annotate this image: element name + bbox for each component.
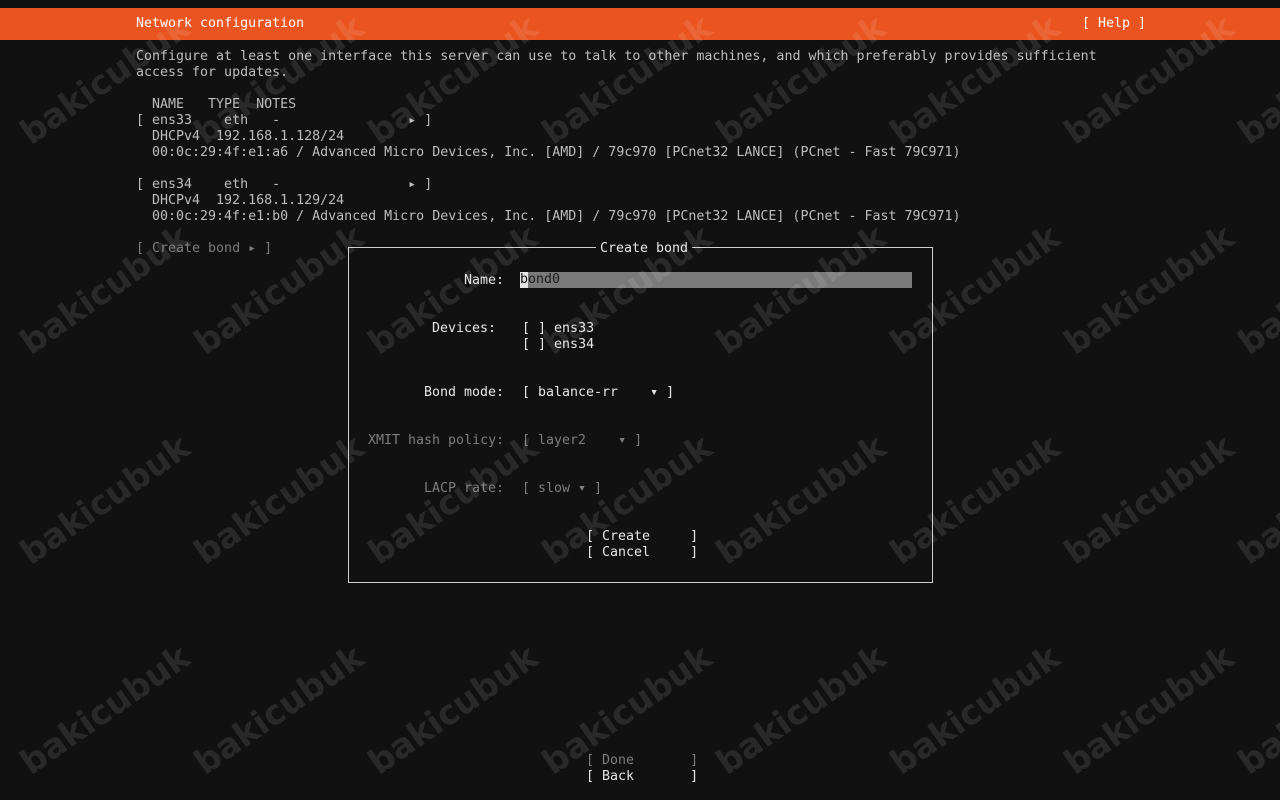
back-button[interactable]: [ Back ]: [586, 769, 698, 785]
device-checkbox-ens33[interactable]: [ ] ens33: [522, 321, 594, 337]
device-name: ens34: [554, 337, 595, 352]
interface-row-ens33[interactable]: [ ens33 eth - ▸ ]: [136, 113, 432, 129]
device-name: ens33: [554, 321, 595, 336]
watermark-text: bakicubuk: [1231, 217, 1280, 363]
checkbox: [ ]: [522, 321, 547, 336]
intro-line-1: Configure at least one interface this se…: [136, 49, 1097, 64]
table-header: NAME TYPE NOTES: [152, 97, 297, 112]
watermark-text: bakicubuk: [1057, 217, 1242, 363]
checkbox: [ ]: [522, 337, 547, 352]
name-label: Name:: [464, 273, 505, 288]
watermark-text: bakicubuk: [187, 427, 372, 573]
bond-name-input[interactable]: bond0: [520, 272, 912, 288]
bond-name-value: ond0: [528, 272, 561, 287]
interface-dhcp-ens34: DHCPv4 192.168.1.129/24: [152, 193, 345, 208]
watermark-text: bakicubuk: [883, 637, 1068, 783]
watermark-text: bakicubuk: [1231, 637, 1280, 783]
watermark-text: bakicubuk: [361, 637, 546, 783]
bond-mode-select[interactable]: [ balance-rr ▾ ]: [522, 385, 674, 401]
dialog-title: Create bond: [596, 241, 693, 257]
page-title: Network configuration: [136, 16, 305, 31]
devices-label: Devices:: [432, 321, 497, 336]
watermark-text: bakicubuk: [13, 637, 198, 783]
header-bar: Network configuration [ Help ]: [0, 8, 1280, 40]
watermark-text: bakicubuk: [13, 427, 198, 573]
watermark-text: bakicubuk: [709, 637, 894, 783]
interface-row-ens34[interactable]: [ ens34 eth - ▸ ]: [136, 177, 432, 193]
lacp-rate-select: [ slow ▾ ]: [522, 481, 603, 496]
lacp-rate-label: LACP rate:: [424, 481, 505, 496]
xmit-hash-policy-label: XMIT hash policy:: [368, 433, 505, 448]
done-button[interactable]: [ Done ]: [586, 753, 698, 769]
text-cursor: b: [520, 272, 529, 288]
intro-line-2: access for updates.: [136, 65, 289, 80]
watermark-text: bakicubuk: [187, 637, 372, 783]
help-button[interactable]: [ Help ]: [1082, 16, 1146, 32]
create-bond-button[interactable]: [ Create bond ▸ ]: [136, 241, 272, 257]
watermark-text: bakicubuk: [1057, 427, 1242, 573]
interface-hw-ens34: 00:0c:29:4f:e1:b0 / Advanced Micro Devic…: [152, 209, 961, 224]
cancel-button[interactable]: [ Cancel ]: [586, 545, 698, 561]
interface-dhcp-ens33: DHCPv4 192.168.1.128/24: [152, 129, 345, 144]
watermark-text: bakicubuk: [1057, 637, 1242, 783]
create-button[interactable]: [ Create ]: [586, 529, 698, 545]
xmit-hash-policy-select: [ layer2 ▾ ]: [522, 433, 643, 448]
bond-mode-label: Bond mode:: [424, 385, 505, 400]
watermark-text: bakicubuk: [1231, 427, 1280, 573]
device-checkbox-ens34[interactable]: [ ] ens34: [522, 337, 594, 353]
interface-hw-ens33: 00:0c:29:4f:e1:a6 / Advanced Micro Devic…: [152, 145, 961, 160]
